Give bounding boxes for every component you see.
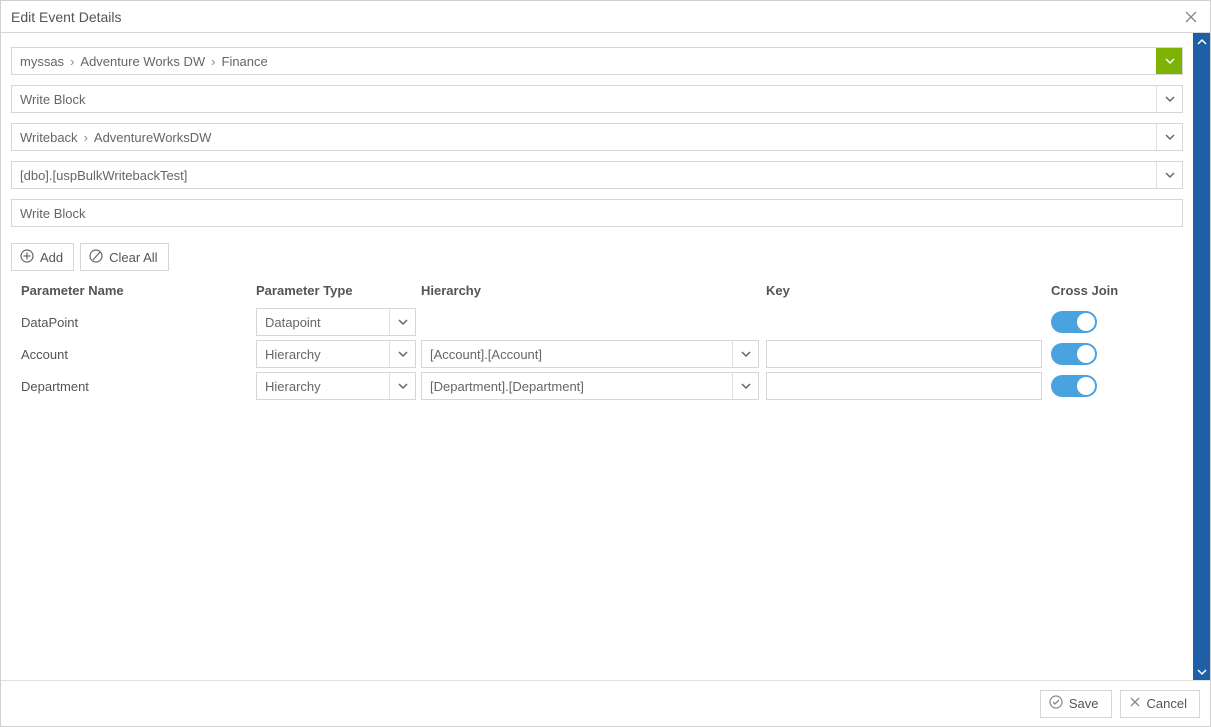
cube-selector[interactable]: myssas › Adventure Works DW › Finance: [11, 47, 1183, 75]
event-type-value: Write Block: [12, 92, 1156, 107]
hierarchy-value: [Account].[Account]: [422, 347, 732, 362]
chevron-down-icon[interactable]: [732, 341, 758, 367]
parameter-type-select[interactable]: Hierarchy: [256, 372, 416, 400]
footer: Save Cancel: [1, 680, 1210, 726]
connection-selector[interactable]: Writeback › AdventureWorksDW: [11, 123, 1183, 151]
chevron-down-icon[interactable]: [732, 373, 758, 399]
scroll-up-icon[interactable]: [1193, 33, 1210, 50]
vertical-scrollbar[interactable]: [1193, 33, 1210, 680]
parameter-type-value: Hierarchy: [257, 347, 389, 362]
save-button-label: Save: [1069, 696, 1099, 711]
col-header-hierarchy: Hierarchy: [421, 281, 766, 300]
col-header-key: Key: [766, 281, 1051, 300]
plus-circle-icon: [20, 249, 34, 266]
cube-selector-dropdown[interactable]: [1156, 48, 1182, 74]
parameter-type-value: Hierarchy: [257, 379, 389, 394]
cancel-button[interactable]: Cancel: [1120, 690, 1200, 718]
procedure-value: [dbo].[uspBulkWritebackTest]: [12, 168, 1156, 183]
scroll-down-icon[interactable]: [1193, 663, 1210, 680]
breadcrumb-part: AdventureWorksDW: [94, 130, 212, 145]
titlebar: Edit Event Details: [1, 1, 1210, 33]
event-type-selector[interactable]: Write Block: [11, 85, 1183, 113]
hierarchy-select[interactable]: [Account].[Account]: [421, 340, 759, 368]
add-button-label: Add: [40, 250, 63, 265]
chevron-down-icon[interactable]: [1156, 86, 1182, 112]
cross-join-toggle[interactable]: [1051, 375, 1097, 397]
event-name-input[interactable]: Write Block: [11, 199, 1183, 227]
procedure-selector[interactable]: [dbo].[uspBulkWritebackTest]: [11, 161, 1183, 189]
parameter-type-value: Datapoint: [257, 315, 389, 330]
parameter-name: DataPoint: [21, 315, 256, 330]
cancel-button-label: Cancel: [1147, 696, 1187, 711]
chevron-down-icon[interactable]: [389, 309, 415, 335]
add-button[interactable]: Add: [11, 243, 74, 271]
col-header-parameter-name: Parameter Name: [21, 281, 256, 300]
breadcrumb-part: Finance: [222, 54, 268, 69]
breadcrumb-part: Writeback: [20, 130, 78, 145]
hierarchy-value: [Department].[Department]: [422, 379, 732, 394]
key-input[interactable]: [766, 340, 1042, 368]
edit-event-window: Edit Event Details myssas › Adventure Wo…: [0, 0, 1211, 727]
clear-all-button-label: Clear All: [109, 250, 157, 265]
chevron-down-icon[interactable]: [1156, 162, 1182, 188]
breadcrumb-part: Adventure Works DW: [80, 54, 205, 69]
grid-header: Parameter Name Parameter Type Hierarchy …: [11, 281, 1183, 300]
window-title: Edit Event Details: [11, 9, 122, 25]
parameter-toolbar: Add Clear All: [11, 243, 1183, 271]
chevron-right-icon: ›: [84, 130, 88, 145]
chevron-down-icon[interactable]: [389, 373, 415, 399]
cross-join-toggle[interactable]: [1051, 311, 1097, 333]
parameter-row: Account Hierarchy [Account].[Account]: [11, 338, 1183, 370]
connection-breadcrumb: Writeback › AdventureWorksDW: [12, 130, 1156, 145]
parameter-name: Account: [21, 347, 256, 362]
parameters-grid: Parameter Name Parameter Type Hierarchy …: [11, 281, 1183, 402]
chevron-right-icon: ›: [70, 54, 74, 69]
clear-all-button[interactable]: Clear All: [80, 243, 168, 271]
breadcrumb-part: myssas: [20, 54, 64, 69]
chevron-down-icon[interactable]: [389, 341, 415, 367]
chevron-down-icon[interactable]: [1156, 124, 1182, 150]
check-circle-icon: [1049, 695, 1063, 712]
col-header-parameter-type: Parameter Type: [256, 281, 421, 300]
breadcrumb: myssas › Adventure Works DW › Finance: [12, 54, 1156, 69]
close-icon[interactable]: [1182, 8, 1200, 26]
cross-join-toggle[interactable]: [1051, 343, 1097, 365]
chevron-right-icon: ›: [211, 54, 215, 69]
parameter-row: Department Hierarchy [Department].[Depar…: [11, 370, 1183, 402]
save-button[interactable]: Save: [1040, 690, 1112, 718]
event-name-value: Write Block: [20, 206, 86, 221]
parameter-name: Department: [21, 379, 256, 394]
parameter-row: DataPoint Datapoint: [11, 306, 1183, 338]
hierarchy-select[interactable]: [Department].[Department]: [421, 372, 759, 400]
col-header-cross-join: Cross Join: [1051, 281, 1171, 300]
parameter-type-select[interactable]: Datapoint: [256, 308, 416, 336]
clear-icon: [89, 249, 103, 266]
parameter-type-select[interactable]: Hierarchy: [256, 340, 416, 368]
key-input[interactable]: [766, 372, 1042, 400]
x-icon: [1129, 696, 1141, 711]
